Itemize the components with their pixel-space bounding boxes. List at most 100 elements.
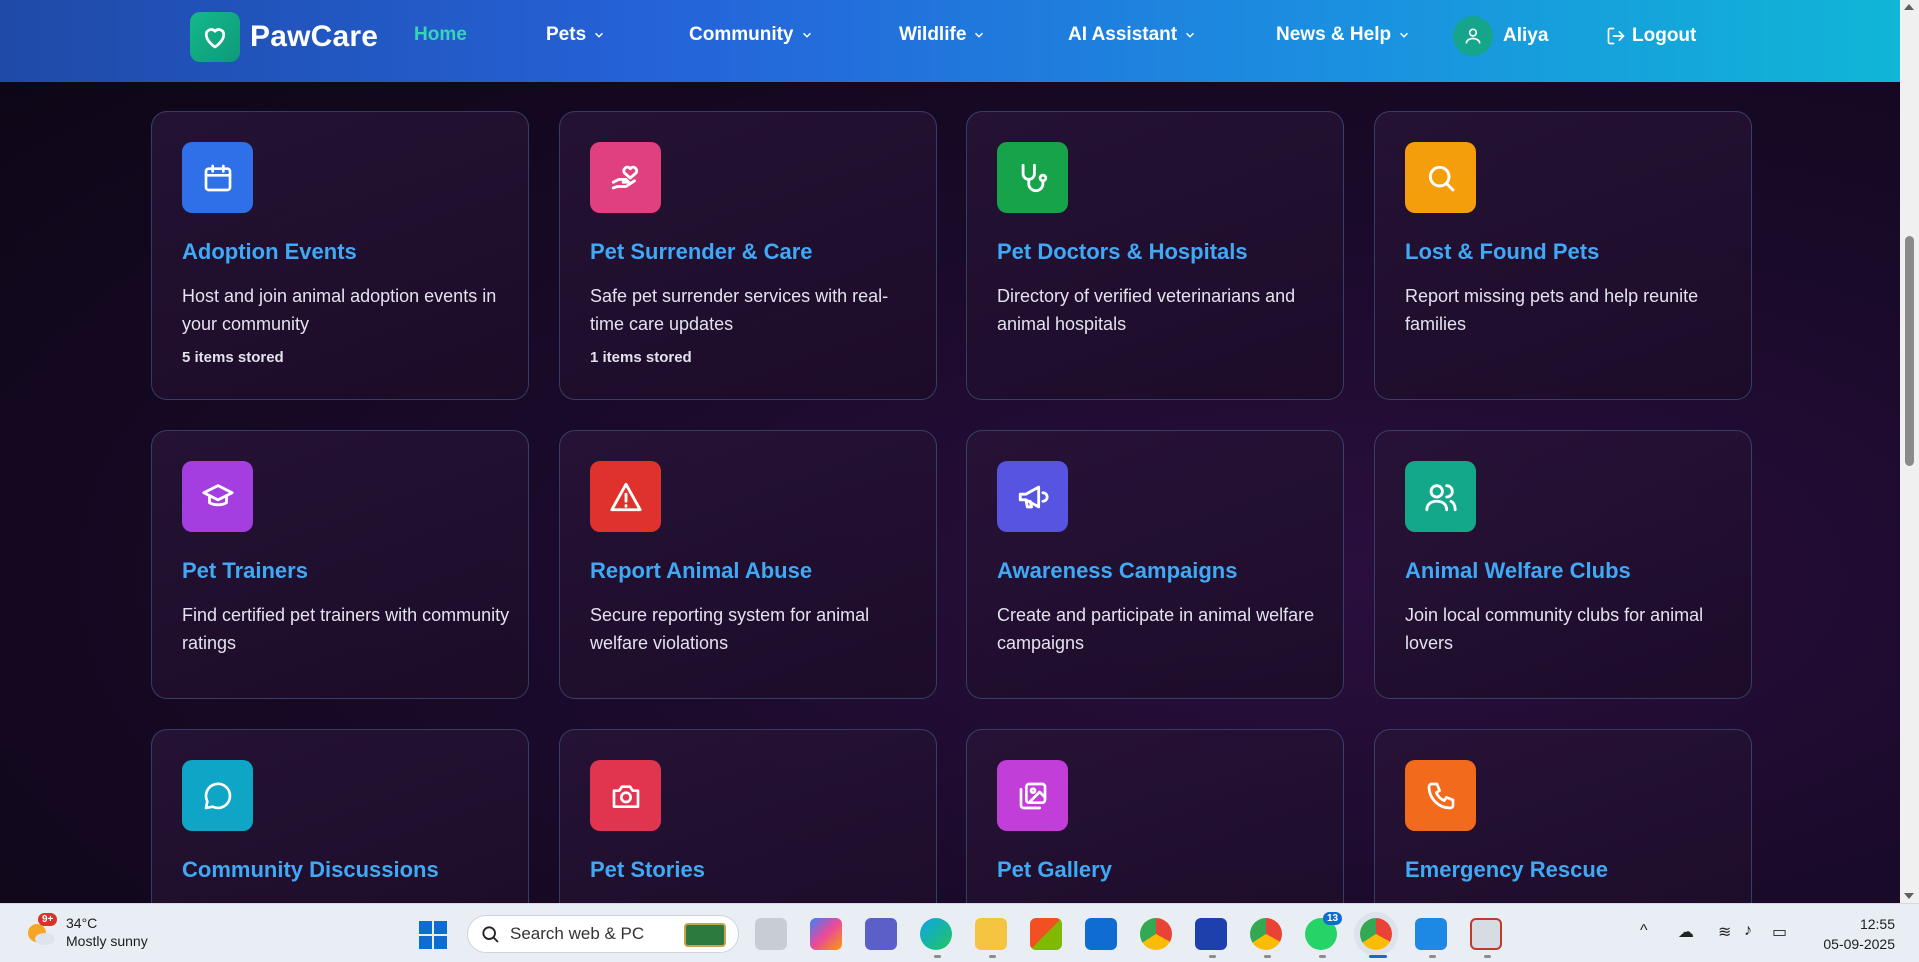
card-item-count: 1 items stored (590, 349, 692, 366)
card-lost-found-pets[interactable]: Lost & Found Pets Report missing pets an… (1374, 111, 1752, 400)
taskbar-search[interactable]: Search web & PC (467, 915, 739, 953)
heart-hand-icon (590, 142, 661, 213)
chevron-down-icon (1400, 32, 1409, 38)
running-indicator (1319, 955, 1326, 958)
weather-condition: Mostly sunny (66, 933, 148, 949)
card-adoption-events[interactable]: Adoption Events Host and join animal ado… (151, 111, 529, 400)
system-clock[interactable]: 12:55 05-09-2025 (1800, 914, 1895, 954)
warning-icon (590, 461, 661, 532)
battery-icon[interactable]: ▭ (1772, 922, 1787, 942)
weather-temperature: 34°C (66, 915, 98, 931)
card-title: Lost & Found Pets (1405, 239, 1600, 264)
card-title: Pet Stories (590, 857, 705, 882)
running-indicator (989, 955, 996, 958)
card-description: Directory of verified veterinarians and … (997, 286, 1296, 334)
card-pet-surrender-care[interactable]: Pet Surrender & Care Safe pet surrender … (559, 111, 937, 400)
card-title: Pet Doctors & Hospitals (997, 239, 1248, 264)
card-awareness-campaigns[interactable]: Awareness Campaigns Create and participa… (966, 430, 1344, 699)
active-indicator (1369, 955, 1387, 958)
page-scrollbar[interactable] (1900, 0, 1919, 903)
top-navbar: PawCare Home Pets Community Wildlife AI … (0, 0, 1900, 82)
scroll-up-arrow-icon[interactable] (1904, 4, 1914, 10)
running-indicator (1209, 955, 1216, 958)
card-item-count: 5 items stored (182, 349, 284, 366)
card-description: Safe pet surrender services with real-ti… (590, 286, 889, 334)
megaphone-icon (997, 461, 1068, 532)
search-icon (1405, 142, 1476, 213)
file-explorer-icon[interactable] (975, 918, 1007, 950)
microsoft-store-icon[interactable] (1030, 918, 1062, 950)
outlook-icon[interactable] (1085, 918, 1117, 950)
chevron-down-icon (1186, 32, 1195, 38)
nav-pets[interactable]: Pets (546, 24, 606, 46)
heart-logo-icon (190, 12, 240, 62)
task-view-icon[interactable] (755, 918, 787, 950)
copilot-icon[interactable] (810, 918, 842, 950)
weather-widget[interactable]: 9+ 34°C Mostly sunny (24, 913, 148, 950)
scroll-thumb[interactable] (1905, 236, 1914, 466)
card-title: Emergency Rescue (1405, 857, 1608, 882)
nav-pets-label: Pets (546, 24, 587, 45)
running-indicator (1429, 955, 1436, 958)
nav-wildlife-label: Wildlife (899, 24, 967, 45)
stethoscope-icon (997, 142, 1068, 213)
nav-community-label: Community (689, 24, 794, 45)
nav-news-help-label: News & Help (1276, 24, 1392, 45)
user-menu[interactable]: Aliya (1453, 16, 1548, 56)
whatsapp-icon[interactable]: 13 (1305, 912, 1343, 950)
card-title: Pet Surrender & Care (590, 239, 813, 264)
teams-icon[interactable] (865, 918, 897, 950)
card-pet-doctors-hospitals[interactable]: Pet Doctors & Hospitals Directory of ver… (966, 111, 1344, 400)
card-description: Secure reporting system for animal welfa… (590, 605, 870, 653)
nav-news-help[interactable]: News & Help (1276, 24, 1411, 46)
weather-badge: 9+ (38, 913, 58, 926)
card-report-animal-abuse[interactable]: Report Animal Abuse Secure reporting sys… (559, 430, 937, 699)
nav-ai-assistant-label: AI Assistant (1068, 24, 1178, 45)
chat-icon (182, 760, 253, 831)
nav-home-label: Home (414, 24, 467, 45)
card-description: Report missing pets and help reunite fam… (1405, 286, 1699, 334)
card-title: Adoption Events (182, 239, 357, 264)
volume-icon[interactable]: ♪ (1744, 922, 1752, 940)
card-description: Join local community clubs for animal lo… (1405, 605, 1704, 653)
card-title: Pet Gallery (997, 857, 1112, 882)
nav-home[interactable]: Home (414, 24, 467, 46)
search-placeholder: Search web & PC (510, 924, 645, 943)
card-description: Find certified pet trainers with communi… (182, 605, 510, 653)
card-animal-welfare-clubs[interactable]: Animal Welfare Clubs Join local communit… (1374, 430, 1752, 699)
user-name: Aliya (1503, 25, 1549, 46)
chevron-down-icon (802, 32, 811, 38)
chrome-active-icon[interactable] (1360, 918, 1392, 950)
sun-cloud-icon: 9+ (24, 913, 58, 949)
lens-icon[interactable] (1195, 918, 1227, 950)
vscode-icon[interactable] (1415, 918, 1447, 950)
nav-ai-assistant[interactable]: AI Assistant (1068, 24, 1197, 46)
calendar-icon (182, 142, 253, 213)
chrome-profile-icon[interactable] (1250, 918, 1282, 950)
card-title: Report Animal Abuse (590, 558, 813, 583)
brand[interactable]: PawCare (190, 12, 378, 62)
search-highlight-icon (684, 923, 726, 947)
scroll-down-arrow-icon[interactable] (1904, 893, 1914, 899)
running-indicator (1264, 955, 1271, 958)
running-indicator (934, 955, 941, 958)
camera-icon (590, 760, 661, 831)
whatsapp-badge: 13 (1323, 912, 1343, 925)
user-icon (1453, 16, 1493, 56)
wifi-icon[interactable]: ≋ (1718, 922, 1731, 942)
running-indicator (1484, 955, 1491, 958)
snipping-tool-icon[interactable] (1470, 918, 1502, 950)
card-pet-trainers[interactable]: Pet Trainers Find certified pet trainers… (151, 430, 529, 699)
search-icon (482, 926, 499, 943)
cloud-icon[interactable]: ☁ (1678, 922, 1694, 942)
chevron-up-icon[interactable]: ^ (1640, 922, 1648, 940)
card-description: Host and join animal adoption events in … (182, 286, 497, 334)
edge-icon[interactable] (920, 918, 952, 950)
clock-date: 05-09-2025 (1823, 936, 1895, 952)
card-title: Animal Welfare Clubs (1405, 558, 1631, 583)
windows-start-icon[interactable] (419, 921, 447, 949)
nav-community[interactable]: Community (689, 24, 814, 46)
nav-wildlife[interactable]: Wildlife (899, 24, 986, 46)
logout-button[interactable]: Logout (1606, 25, 1696, 47)
chrome-icon[interactable] (1140, 918, 1172, 950)
